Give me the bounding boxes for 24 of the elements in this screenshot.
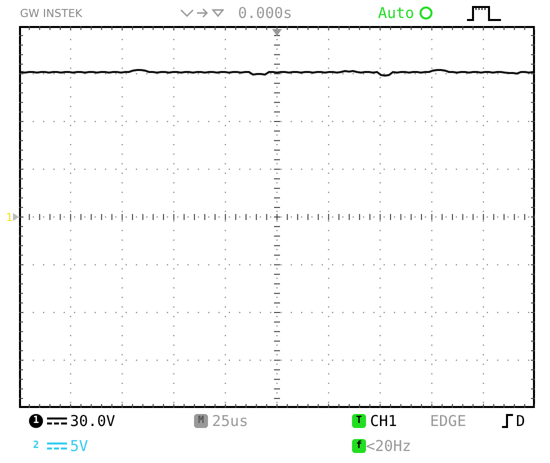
brand-logo: GW INSTEK [20, 6, 84, 20]
trigger-position-icon [272, 29, 282, 36]
channel-badge: 1 [29, 414, 43, 428]
trigger-mode: Auto [378, 4, 414, 22]
dc-coupling-icon [47, 416, 67, 424]
timebase-scale: 25us [212, 412, 250, 430]
channel-scale: 30.0V [70, 412, 116, 430]
horizontal-position-icon [180, 7, 224, 19]
trigger-type: EDGE [430, 412, 468, 430]
marker-arrow-icon [13, 213, 19, 221]
time-offset: 0.000s [238, 4, 294, 22]
frequency-badge: f [352, 438, 366, 452]
timebase-badge: M [194, 414, 208, 428]
trigger-status-icon [419, 6, 434, 20]
trigger-coupling: D [516, 412, 526, 430]
rising-edge-icon [502, 414, 514, 428]
channel-marker: 1 [6, 210, 13, 224]
square-wave-icon [467, 5, 502, 21]
channel-number: 2 [32, 439, 40, 452]
frequency-limit: <20Hz [366, 436, 412, 454]
channel-scale: 5V [70, 436, 90, 454]
trigger-source: CH1 [370, 412, 398, 430]
trigger-badge: T [352, 414, 366, 428]
dc-coupling-icon [47, 442, 67, 450]
